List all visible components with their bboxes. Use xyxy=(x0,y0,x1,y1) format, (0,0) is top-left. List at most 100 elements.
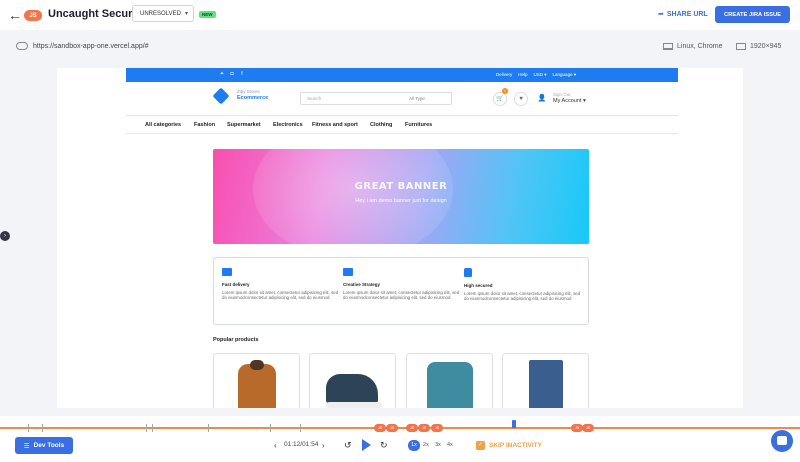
session-url[interactable]: https://sandbox-app-one.vercel.app/# xyxy=(33,43,149,50)
expand-panel-icon[interactable]: › xyxy=(0,231,10,241)
speed-4x-button[interactable]: 4x xyxy=(447,442,453,448)
bank-icon xyxy=(343,268,353,276)
logo-line1: Zipy Stores xyxy=(237,89,260,94)
feature-fast-delivery: Fast delivery Lorem ipsum dolor sit amet… xyxy=(222,268,340,301)
site-logo-text: Zipy Stores Ecommerce xyxy=(237,89,268,101)
search-placeholder: Search xyxy=(307,96,322,101)
topmenu-help[interactable]: Help xyxy=(518,72,527,78)
session-header: ← JS Uncaught Security UNRESOLVED ▾ NEW … xyxy=(0,0,800,30)
session-info-row: https://sandbox-app-one.vercel.app/# Lin… xyxy=(0,38,800,58)
error-marker[interactable]: JS xyxy=(386,424,398,432)
product-image-jeans xyxy=(529,360,563,408)
next-icon[interactable]: › xyxy=(322,440,325,452)
cart-count-badge: 1 xyxy=(502,88,508,94)
status-select[interactable]: UNRESOLVED ▾ xyxy=(132,5,194,22)
category-electronics[interactable]: Electronics xyxy=(273,122,303,128)
environment-label: Linux, Chrome xyxy=(677,43,723,50)
skip-inactivity-label[interactable]: SKIP INACTIVITY xyxy=(489,442,542,449)
product-card-shoe[interactable] xyxy=(309,353,396,408)
account-menu[interactable]: Sign Out My Account ▾ xyxy=(553,92,586,104)
category-clothing[interactable]: Clothing xyxy=(370,122,392,128)
features-box: Fast delivery Lorem ipsum dolor sit amet… xyxy=(213,257,589,325)
hero-banner[interactable]: GREAT BANNER Hey i am demo banner just f… xyxy=(213,149,589,244)
popular-products-title: Popular products xyxy=(213,337,259,343)
site-search-input[interactable]: Search All Type xyxy=(300,92,452,105)
timeline-tick xyxy=(42,424,43,432)
banner-title: GREAT BANNER xyxy=(354,181,448,192)
feature-title: Fast delivery xyxy=(222,282,250,287)
replay-player: JS JS JS JS JS JS JS ☰ Dev Tools ‹ 01:12… xyxy=(0,416,800,462)
environment-info: Linux, Chrome xyxy=(663,43,723,50)
heart-icon[interactable]: ♥ xyxy=(514,92,528,106)
topmenu-language[interactable]: Language ▾ xyxy=(553,72,577,78)
category-fitness[interactable]: Fitness and sport xyxy=(312,122,358,128)
play-button[interactable] xyxy=(362,439,371,451)
rewind-10-icon[interactable]: ↺ xyxy=(344,439,352,451)
product-image-shoe xyxy=(326,374,382,408)
timeline-tick xyxy=(28,424,29,432)
forward-10-icon[interactable]: ↻ xyxy=(380,439,388,451)
timeline-tick xyxy=(208,424,209,432)
facebook-icon[interactable]: f xyxy=(239,71,245,77)
product-card-jacket[interactable] xyxy=(213,353,300,408)
share-icon: ➦ xyxy=(658,11,664,18)
chat-icon[interactable] xyxy=(771,430,793,452)
sliders-icon: ☰ xyxy=(23,442,30,450)
site-logo-icon[interactable] xyxy=(212,87,230,105)
product-image-polo xyxy=(427,362,473,408)
error-marker[interactable]: JS xyxy=(374,424,386,432)
feature-text: Lorem ipsum dolor sit amet, consectetur … xyxy=(464,290,581,302)
issue-title: Uncaught Security xyxy=(48,8,146,20)
error-marker[interactable]: JS xyxy=(418,424,430,432)
user-icon[interactable]: 👤 xyxy=(535,92,549,106)
timeline-tick xyxy=(270,424,271,432)
category-nav: All categories Fashion Supermarket Elect… xyxy=(126,115,678,134)
share-url-label: SHARE URL xyxy=(666,10,708,18)
category-all[interactable]: All categories xyxy=(145,122,181,128)
dev-tools-label: Dev Tools xyxy=(33,442,65,449)
timeline-playhead[interactable] xyxy=(512,420,516,428)
category-supermarket[interactable]: Supermarket xyxy=(227,122,261,128)
social-links: ✦ ◘ f xyxy=(219,71,245,77)
speed-1x-button[interactable]: 1x xyxy=(408,440,420,451)
link-icon xyxy=(16,42,28,50)
feature-title: High secured xyxy=(464,283,493,288)
category-fashion[interactable]: Fashion xyxy=(194,122,215,128)
truck-icon xyxy=(222,268,232,276)
issue-type-badge: JS xyxy=(24,10,42,21)
speed-3x-button[interactable]: 3x xyxy=(435,442,441,448)
cart-icon[interactable]: 🛒 xyxy=(493,92,507,106)
status-value: UNRESOLVED xyxy=(140,10,181,17)
logo-line2: Ecommerce xyxy=(237,95,269,101)
product-card-polo[interactable] xyxy=(406,353,493,408)
feature-high-secured: High secured Lorem ipsum dolor sit amet,… xyxy=(464,268,582,302)
account-greeting: Sign Out xyxy=(553,92,571,97)
error-marker[interactable]: JS xyxy=(582,424,594,432)
instagram-icon[interactable]: ◘ xyxy=(229,71,235,77)
lock-icon xyxy=(464,268,472,277)
skip-inactivity-checkbox[interactable]: ✓ xyxy=(476,441,485,450)
resolution-info: 1920×945 xyxy=(736,43,781,50)
topmenu-currency[interactable]: USD ▾ xyxy=(534,72,547,78)
topmenu-delivery[interactable]: Delivery xyxy=(496,72,512,78)
category-furnitures[interactable]: Furnitures xyxy=(405,122,432,128)
share-url-button[interactable]: ➦ SHARE URL xyxy=(658,10,708,19)
timeline-tick xyxy=(152,424,153,432)
feature-title: Creative Strategy xyxy=(343,282,381,287)
speed-2x-button[interactable]: 2x xyxy=(423,442,429,448)
error-marker[interactable]: JS xyxy=(406,424,418,432)
arrow-left-icon[interactable]: ← xyxy=(8,8,22,22)
session-replay-viewport: ✦ ◘ f Delivery Help USD ▾ Language ▾ Zip… xyxy=(57,68,743,408)
timeline-track[interactable] xyxy=(0,427,800,429)
twitter-icon[interactable]: ✦ xyxy=(219,71,225,77)
banner-glow xyxy=(253,149,453,244)
timeline-tick xyxy=(300,424,301,432)
product-card-jeans[interactable] xyxy=(502,353,589,408)
search-category-select[interactable]: All Type xyxy=(409,93,425,104)
feature-text: Lorem ipsum dolor sit amet, consectetur … xyxy=(343,289,460,301)
dev-tools-button[interactable]: ☰ Dev Tools xyxy=(15,437,73,454)
create-jira-issue-button[interactable]: CREATE JIRA ISSUE xyxy=(715,6,790,23)
prev-icon[interactable]: ‹ xyxy=(274,440,277,452)
new-badge: NEW xyxy=(199,11,216,18)
error-marker[interactable]: JS xyxy=(431,424,443,432)
